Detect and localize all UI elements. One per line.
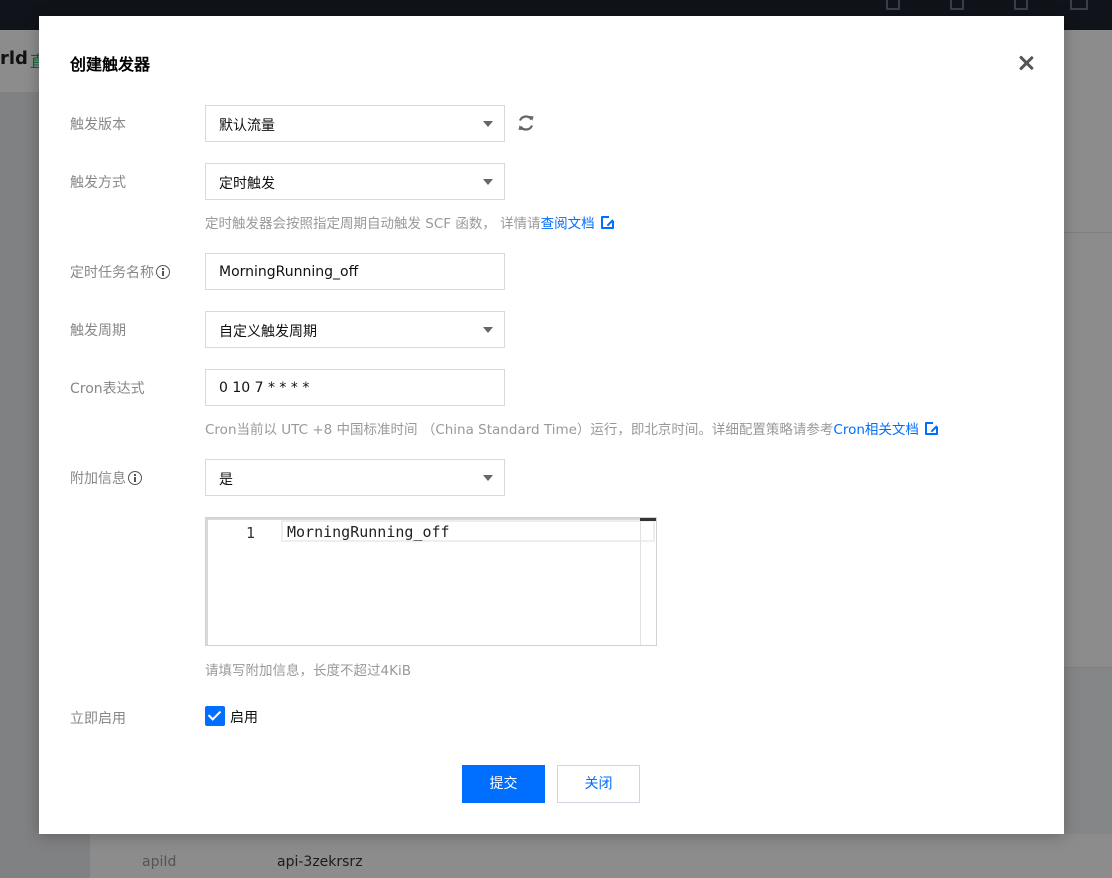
task-name-label-text: 定时任务名称 [70,265,154,281]
extra-help: 请填写附加信息，长度不超过4KiB [205,663,411,679]
caret-down-icon [483,179,493,185]
version-select[interactable]: 默认流量 [205,105,505,142]
editor-text[interactable]: MorningRunning_off [287,523,450,541]
external-link-icon[interactable] [600,215,615,229]
method-label: 触发方式 [70,175,126,191]
method-select-value: 定时触发 [219,176,275,192]
scrollbar-corner [640,518,656,521]
info-icon[interactable] [128,471,142,485]
cron-input[interactable] [206,370,504,405]
extra-label-text: 附加信息 [70,471,126,487]
extra-select[interactable]: 是 [205,459,505,496]
close-button[interactable]: 关闭 [557,765,640,803]
refresh-icon[interactable] [516,113,536,133]
task-name-input[interactable] [206,254,504,289]
create-trigger-dialog: 创建触发器 触发版本 默认流量 触发方式 定时触发 定时触发器会按照指定周期自动… [39,16,1064,834]
extra-info-editor[interactable]: 1 MorningRunning_off [205,517,657,646]
cron-docs-link[interactable]: Cron相关文档 [833,422,919,438]
info-icon[interactable] [156,265,170,279]
cron-help: Cron当前以 UTC +8 中国标准时间 （China Standard Ti… [205,418,939,438]
submit-button[interactable]: 提交 [462,765,545,803]
period-select[interactable]: 自定义触发周期 [205,311,505,348]
version-select-value: 默认流量 [219,118,275,134]
period-select-value: 自定义触发周期 [219,324,317,340]
enable-checkbox[interactable] [205,706,225,726]
period-label: 触发周期 [70,323,126,339]
external-link-icon[interactable] [924,421,939,435]
task-name-label: 定时任务名称 [70,262,170,282]
extra-select-value: 是 [219,472,233,488]
docs-link[interactable]: 查阅文档 [541,216,595,232]
dialog-title: 创建触发器 [70,55,151,74]
cron-help-text: Cron当前以 UTC +8 中国标准时间 （China Standard Ti… [205,422,834,438]
cron-field[interactable] [205,369,505,406]
scrollbar[interactable] [640,518,641,645]
version-label: 触发版本 [70,117,126,133]
enable-label: 立即启用 [70,711,126,727]
method-select[interactable]: 定时触发 [205,163,505,200]
extra-label: 附加信息 [70,468,142,488]
caret-down-icon [483,475,493,481]
method-help-text: 定时触发器会按照指定周期自动触发 SCF 函数， 详情请 [205,216,541,232]
caret-down-icon [483,327,493,333]
caret-down-icon [483,121,493,127]
enable-checkbox-label[interactable]: 启用 [230,707,258,727]
close-icon[interactable] [1017,54,1035,72]
cron-label: Cron表达式 [70,381,145,397]
task-name-field[interactable] [205,253,505,290]
method-help: 定时触发器会按照指定周期自动触发 SCF 函数， 详情请查阅文档 [205,212,615,232]
line-number: 1 [246,524,256,542]
